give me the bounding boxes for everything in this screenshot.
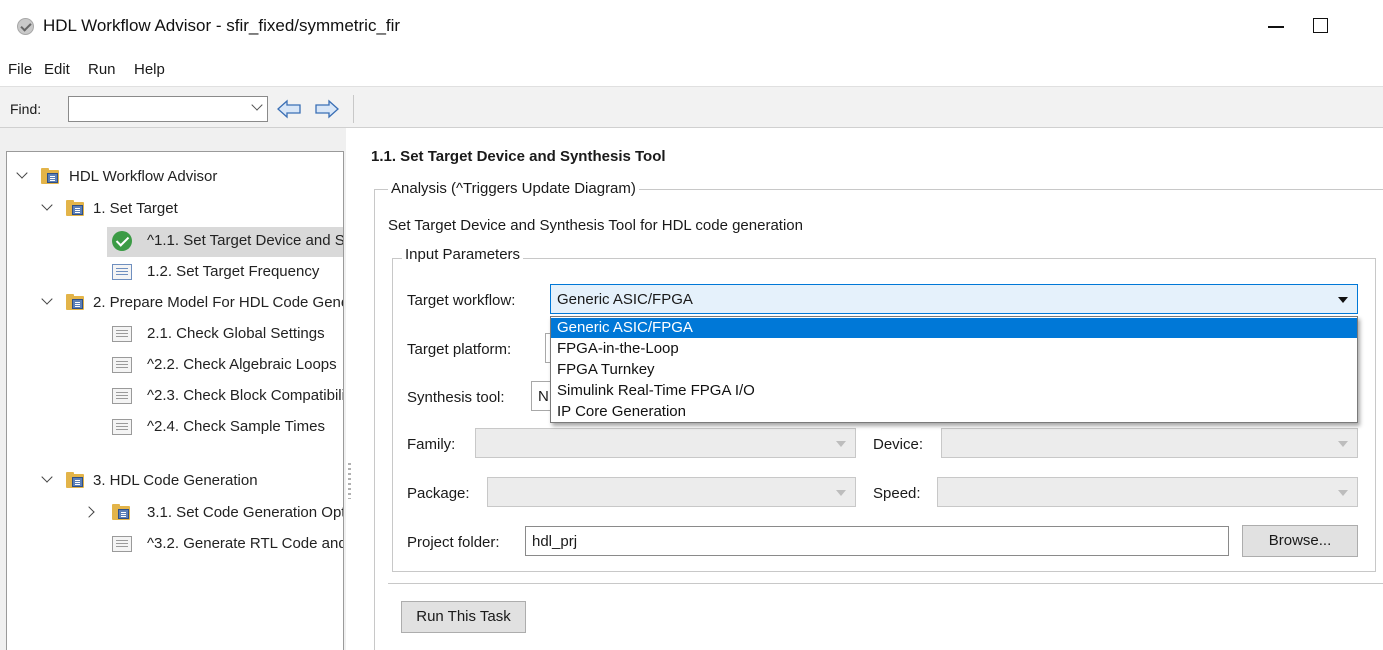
project-folder-label: Project folder: <box>407 534 500 551</box>
chevron-right-icon[interactable] <box>83 506 95 518</box>
chevron-down-icon[interactable] <box>16 167 28 179</box>
family-label: Family: <box>407 436 456 453</box>
target-workflow-select[interactable]: Generic ASIC/FPGA <box>550 284 1358 314</box>
workflow-option-fpga-in-the-loop[interactable]: FPGA-in-the-Loop <box>551 339 1357 359</box>
folder-icon <box>112 504 132 521</box>
dropdown-arrow-icon <box>1338 441 1348 447</box>
menu-help[interactable]: Help <box>134 61 165 78</box>
device-select[interactable] <box>941 428 1358 458</box>
synthesis-tool-label: Synthesis tool: <box>407 389 505 406</box>
check-icon <box>112 231 132 251</box>
dropdown-arrow-icon <box>836 441 846 447</box>
toolbar: Find: <box>0 86 1383 128</box>
browse-button[interactable]: Browse... <box>1242 525 1358 557</box>
tree-item-set-target-device[interactable]: ^1.1. Set Target Device and Synthesis To… <box>107 227 343 257</box>
folder-icon <box>66 472 86 489</box>
workflow-option-generic-asic-fpga[interactable]: Generic ASIC/FPGA <box>551 318 1357 338</box>
menu-bar: File Edit Run Help <box>0 55 1383 83</box>
task-tree: HDL Workflow Advisor 1. Set Target ^1.1.… <box>6 151 344 650</box>
analysis-legend: Analysis (^Triggers Update Diagram) <box>388 180 639 197</box>
target-platform-label: Target platform: <box>407 341 512 358</box>
workflow-option-simulink-real-time[interactable]: Simulink Real-Time FPGA I/O <box>551 381 1357 401</box>
tree-item-set-target-frequency[interactable]: 1.2. Set Target Frequency <box>107 258 343 288</box>
minimize-icon[interactable] <box>1268 26 1284 28</box>
device-label: Device: <box>873 436 924 453</box>
toolbar-separator <box>353 95 354 123</box>
run-this-task-button[interactable]: Run This Task <box>401 601 526 633</box>
splitter-handle[interactable] <box>348 463 351 499</box>
speed-label: Speed: <box>873 485 921 502</box>
tree-item-hdl-code-generation[interactable]: 3. HDL Code Generation <box>7 467 343 497</box>
folder-icon <box>41 168 61 185</box>
task-description: Set Target Device and Synthesis Tool for… <box>388 217 803 234</box>
tree-item-prepare-model[interactable]: 2. Prepare Model For HDL Code Generation <box>7 289 343 319</box>
task-icon <box>112 264 132 280</box>
dropdown-arrow-icon <box>1338 490 1348 496</box>
tree-item-check-algebraic-loops[interactable]: ^2.2. Check Algebraic Loops <box>107 351 343 381</box>
folder-icon <box>66 200 86 217</box>
tree-item-check-global-settings[interactable]: 2.1. Check Global Settings <box>107 320 343 350</box>
window-title: HDL Workflow Advisor - sfir_fixed/symmet… <box>43 16 401 35</box>
task-icon <box>112 357 132 373</box>
workflow-option-fpga-turnkey[interactable]: FPGA Turnkey <box>551 360 1357 380</box>
task-icon <box>112 419 132 435</box>
chevron-down-icon[interactable] <box>251 99 263 111</box>
tree-item-set-code-generation-options[interactable]: 3.1. Set Code Generation Options <box>7 499 343 529</box>
menu-file[interactable]: File <box>8 61 32 78</box>
find-input[interactable] <box>68 96 268 122</box>
tree-item-check-block-compatibility[interactable]: ^2.3. Check Block Compatibility <box>107 382 343 412</box>
speed-select[interactable] <box>937 477 1358 507</box>
input-parameters-legend: Input Parameters <box>402 246 524 263</box>
project-folder-input[interactable]: hdl_prj <box>525 526 1229 556</box>
family-select[interactable] <box>475 428 856 458</box>
package-label: Package: <box>407 485 470 502</box>
tree-item-set-target[interactable]: 1. Set Target <box>7 195 343 225</box>
dropdown-arrow-icon <box>836 490 846 496</box>
menu-run[interactable]: Run <box>88 61 116 78</box>
task-icon <box>112 388 132 404</box>
chevron-down-icon[interactable] <box>41 199 53 211</box>
tree-item-generate-rtl-code[interactable]: ^3.2. Generate RTL Code and Testbench <box>107 530 343 560</box>
maximize-icon[interactable] <box>1313 18 1328 33</box>
chevron-down-icon[interactable] <box>41 293 53 305</box>
task-icon <box>112 326 132 342</box>
forward-arrow-icon[interactable] <box>314 99 340 119</box>
folder-icon <box>66 294 86 311</box>
target-workflow-label: Target workflow: <box>407 292 516 309</box>
dropdown-arrow-icon[interactable] <box>1338 297 1348 303</box>
menu-edit[interactable]: Edit <box>44 61 70 78</box>
target-workflow-dropdown-list: Generic ASIC/FPGA FPGA-in-the-Loop FPGA … <box>550 316 1358 423</box>
tree-item-check-sample-times[interactable]: ^2.4. Check Sample Times <box>107 413 343 443</box>
workflow-option-ip-core-generation[interactable]: IP Core Generation <box>551 402 1357 422</box>
page-title: 1.1. Set Target Device and Synthesis Too… <box>371 148 666 165</box>
chevron-down-icon[interactable] <box>41 471 53 483</box>
back-arrow-icon[interactable] <box>276 99 302 119</box>
find-label: Find: <box>10 101 42 117</box>
tree-item-hdl-workflow-advisor[interactable]: HDL Workflow Advisor <box>7 163 343 193</box>
package-select[interactable] <box>487 477 856 507</box>
task-icon <box>112 536 132 552</box>
divider <box>388 583 1383 584</box>
app-icon <box>17 18 34 35</box>
title-bar: HDL Workflow Advisor - sfir_fixed/symmet… <box>0 0 1383 52</box>
